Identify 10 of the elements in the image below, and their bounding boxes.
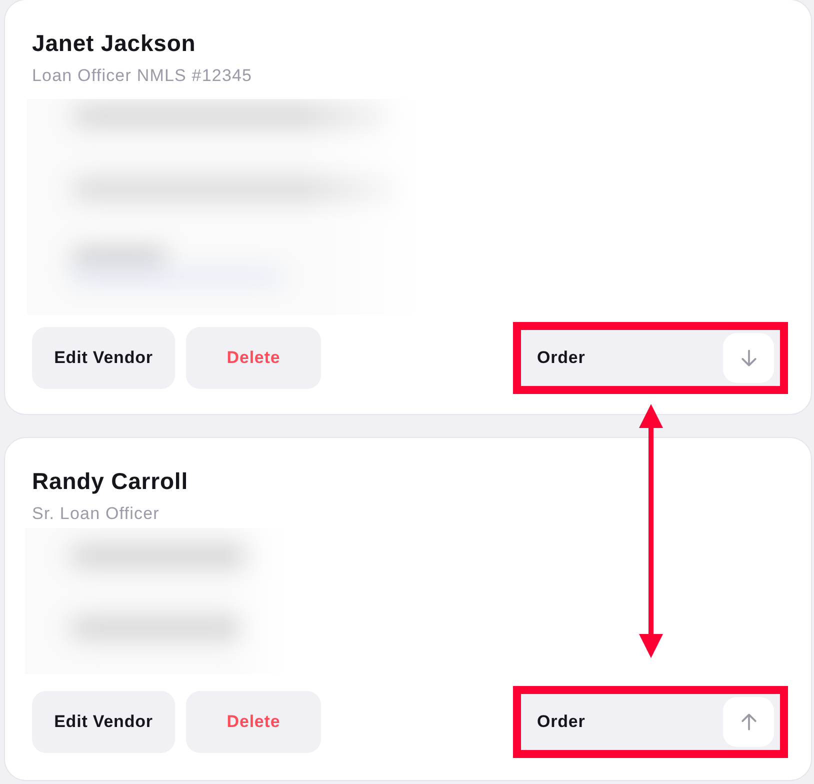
move-down-button[interactable] [723,333,774,383]
edit-vendor-button[interactable]: Edit Vendor [32,691,175,753]
order-label: Order [537,711,586,734]
order-label: Order [537,347,586,370]
vendor-title: Loan Officer NMLS #12345 [32,65,252,86]
vendor-name: Janet Jackson [32,30,196,57]
vendor-title: Sr. Loan Officer [32,503,160,524]
move-up-button[interactable] [723,697,774,747]
edit-vendor-button[interactable]: Edit Vendor [32,327,175,389]
vendor-name: Randy Carroll [32,468,188,495]
